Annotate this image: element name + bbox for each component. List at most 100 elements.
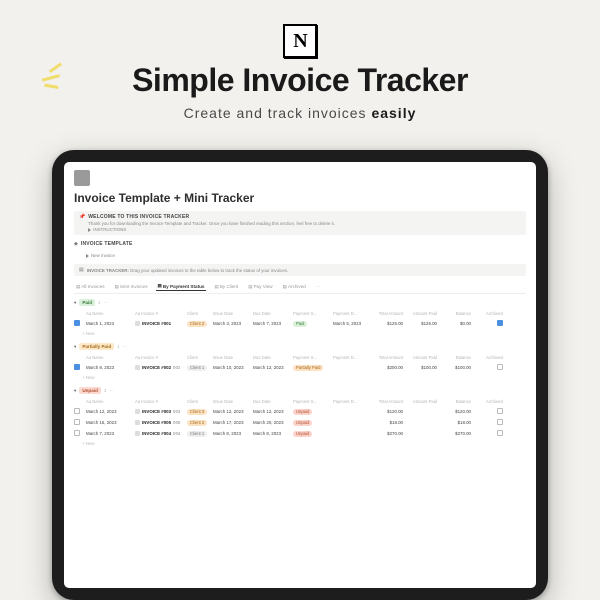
page-icon: [135, 431, 140, 436]
archived-checkbox[interactable]: [497, 364, 503, 370]
cell-invoice-link[interactable]: INVOICE #002 002: [135, 365, 183, 370]
view-tabs: ▤ All Invoices ▤ Sent Invoices ▤ By Paym…: [74, 282, 526, 294]
status-chip-unpaid[interactable]: Unpaid: [293, 409, 312, 415]
tab-sent-invoices[interactable]: ▤ Sent Invoices: [113, 283, 150, 291]
cell-total: $120.00: [373, 409, 403, 414]
table-row[interactable]: March 15, 2023 INVOICE #005 005 Client 2…: [74, 417, 526, 428]
welcome-body: Thank you for downloading the Invoice Te…: [88, 221, 335, 226]
client-chip[interactable]: Client 1: [187, 365, 207, 371]
group-paid-more[interactable]: ⋯: [103, 300, 107, 306]
database-icon: ▤: [79, 267, 84, 273]
instructions-toggle[interactable]: INSTRUCTIONS: [88, 227, 335, 232]
cell-due: March 20, 2023: [253, 420, 289, 425]
chevron-right-icon: [88, 228, 91, 232]
cell-invoice-link[interactable]: INVOICE #001: [135, 321, 183, 326]
template-banner: ◆ INVOICE TEMPLATE: [74, 238, 526, 250]
tab-all-invoices[interactable]: ▤ All Invoices: [74, 283, 107, 291]
col-archived[interactable]: Archived: [475, 311, 503, 316]
row-checkbox[interactable]: [74, 430, 80, 436]
cell-issue: March 17, 2023: [213, 420, 249, 425]
cell-date: March 15, 2023: [86, 420, 131, 425]
col-name[interactable]: Aa Name: [86, 311, 131, 316]
table-row[interactable]: March 1, 2023 INVOICE #001 Client 2 Marc…: [74, 318, 526, 329]
cell-total: $125.00: [373, 321, 403, 326]
table-header: Aa Name Aa Invoice # Client Issue Date D…: [74, 309, 526, 318]
client-chip[interactable]: Client 3: [187, 409, 207, 415]
page-icon[interactable]: [74, 170, 90, 186]
col-total[interactable]: Total Amount: [373, 311, 403, 316]
cell-due: March 12, 2023: [253, 409, 289, 414]
cell-invoice-link[interactable]: INVOICE #004 004: [135, 431, 183, 436]
cell-issue: March 8, 2023: [213, 431, 249, 436]
chevron-down-icon: ▾: [74, 300, 76, 306]
cell-total: $270.00: [373, 431, 403, 436]
table-row[interactable]: March 7, 2023 INVOICE #004 004 Client 1 …: [74, 428, 526, 439]
status-chip-unpaid[interactable]: Unpaid: [293, 420, 312, 426]
cell-date: March 1, 2023: [86, 321, 131, 326]
status-chip-paid[interactable]: Paid: [293, 321, 307, 327]
col-invoice[interactable]: Aa Invoice #: [135, 311, 183, 316]
cell-invoice-link[interactable]: INVOICE #003 003: [135, 409, 183, 414]
cell-issue: March 12, 2023: [213, 409, 249, 414]
archived-checkbox[interactable]: [497, 320, 503, 326]
client-chip[interactable]: Client 2: [187, 420, 207, 426]
archived-checkbox[interactable]: [497, 430, 503, 436]
instructions-label: INSTRUCTIONS: [93, 227, 126, 232]
notion-logo-icon: N: [283, 24, 317, 58]
archived-checkbox[interactable]: [497, 419, 503, 425]
cell-issue: March 10, 2023: [213, 365, 249, 370]
cell-date: March 12, 2023: [86, 409, 131, 414]
col-due-date[interactable]: Due Date: [253, 311, 289, 316]
table-row[interactable]: March 8, 2023 INVOICE #002 002 Client 1 …: [74, 362, 526, 373]
col-balance[interactable]: Balance: [441, 311, 471, 316]
new-invoice-link[interactable]: New Invoice: [86, 253, 526, 258]
tracker-text: Drag your updated invoices to the table …: [130, 268, 288, 273]
client-chip[interactable]: Client 2: [187, 321, 207, 327]
tab-by-payment-status[interactable]: ▤ By Payment Status: [156, 282, 207, 291]
col-paid[interactable]: Amount Paid: [407, 311, 437, 316]
status-chip-partial[interactable]: Partially Paid: [293, 365, 323, 371]
subhead-prefix: Create and track invoices: [184, 105, 372, 121]
status-badge-unpaid: Unpaid: [79, 387, 101, 394]
new-row-button[interactable]: + New: [74, 329, 526, 338]
tab-archived[interactable]: ▤ Archived: [281, 283, 308, 291]
cell-due: March 12, 2023: [253, 365, 289, 370]
col-payment-status[interactable]: Payment S...: [293, 311, 329, 316]
cell-balance: $270.00: [441, 431, 471, 436]
app-screen: Invoice Template + Mini Tracker 📌 WELCOM…: [64, 162, 536, 588]
row-checkbox[interactable]: [74, 320, 80, 326]
tab-pay-view[interactable]: ▤ Pay View: [246, 283, 274, 291]
group-partial-toggle[interactable]: ▾ Partially Paid 1 ⋯: [74, 343, 526, 350]
group-unpaid-toggle[interactable]: ▾ Unpaid 3 ⋯: [74, 387, 526, 394]
group-unpaid-count: 3: [104, 388, 106, 393]
cell-paid: $100.00: [407, 365, 437, 370]
col-issue-date[interactable]: Issue Date: [213, 311, 249, 316]
archived-checkbox[interactable]: [497, 408, 503, 414]
group-unpaid-more[interactable]: ⋯: [109, 388, 113, 394]
table-header: Aa Name Aa Invoice # Client Issue Date D…: [74, 353, 526, 362]
group-paid-toggle[interactable]: ▾ Paid 1 ⋯: [74, 299, 526, 306]
group-partial-more[interactable]: ⋯: [123, 344, 127, 350]
page-icon: [135, 365, 140, 370]
row-checkbox[interactable]: [74, 419, 80, 425]
tab-more-menu[interactable]: ⋯: [314, 283, 323, 291]
row-checkbox[interactable]: [74, 364, 80, 370]
group-paid-count: 1: [98, 300, 100, 305]
new-row-button[interactable]: + New: [74, 373, 526, 382]
new-invoice-label: New Invoice: [91, 253, 115, 258]
cell-invoice-link[interactable]: INVOICE #005 005: [135, 420, 183, 425]
col-client[interactable]: Client: [187, 311, 209, 316]
cell-paid: $125.00: [407, 321, 437, 326]
tab-by-client[interactable]: ▤ By Client: [212, 283, 240, 291]
table-header: Aa Name Aa Invoice # Client Issue Date D…: [74, 397, 526, 406]
col-payment-date[interactable]: Payment D...: [333, 311, 369, 316]
new-row-button[interactable]: + New: [74, 439, 526, 448]
group-partial-count: 1: [117, 344, 119, 349]
client-chip[interactable]: Client 1: [187, 431, 207, 437]
cell-paydate: March 5, 2023: [333, 321, 369, 326]
cell-issue: March 3, 2023: [213, 321, 249, 326]
row-checkbox[interactable]: [74, 408, 80, 414]
status-badge-partial: Partially Paid: [79, 343, 114, 350]
table-row[interactable]: March 12, 2023 INVOICE #003 003 Client 3…: [74, 406, 526, 417]
status-chip-unpaid[interactable]: Unpaid: [293, 431, 312, 437]
